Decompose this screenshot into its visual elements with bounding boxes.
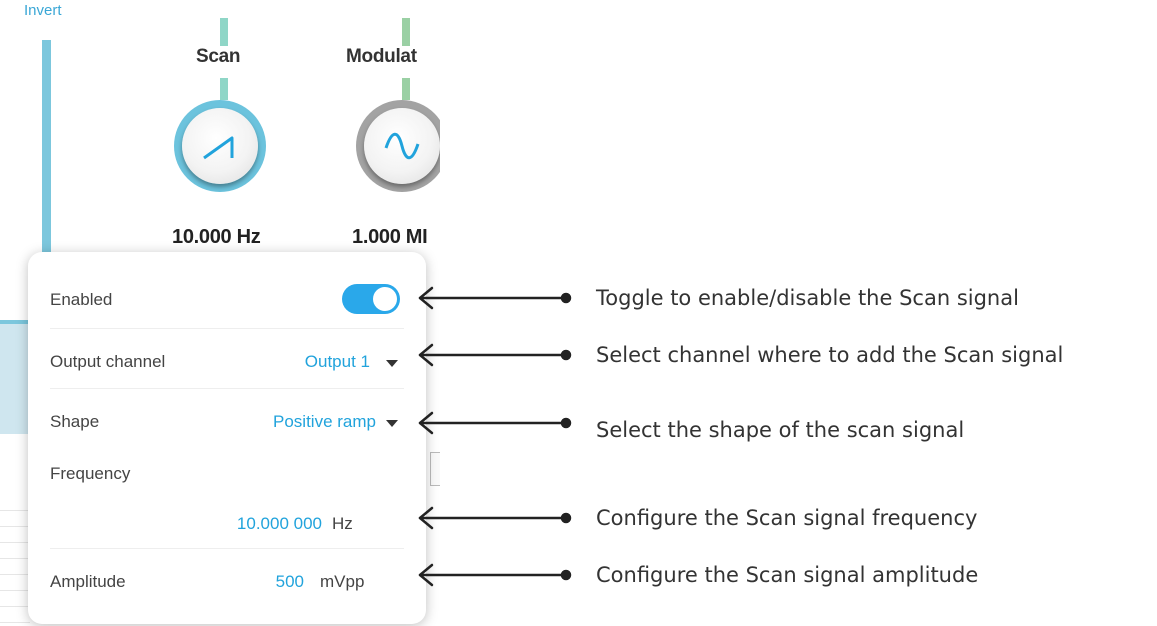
arrow-shape: [418, 411, 572, 435]
annotation-shape: Select the shape of the scan signal: [596, 418, 965, 442]
arrow-output-channel: [418, 343, 572, 367]
arrow-amplitude: [418, 563, 572, 587]
annotation-toggle: Toggle to enable/disable the Scan signal: [596, 286, 1019, 310]
annotation-frequency: Configure the Scan signal frequency: [596, 506, 978, 530]
arrow-frequency: [418, 506, 572, 530]
annotation-output-channel: Select channel where to add the Scan sig…: [596, 343, 1064, 367]
annotation-amplitude: Configure the Scan signal amplitude: [596, 563, 979, 587]
arrow-toggle: [418, 286, 572, 310]
annotation-arrows: [418, 286, 572, 587]
